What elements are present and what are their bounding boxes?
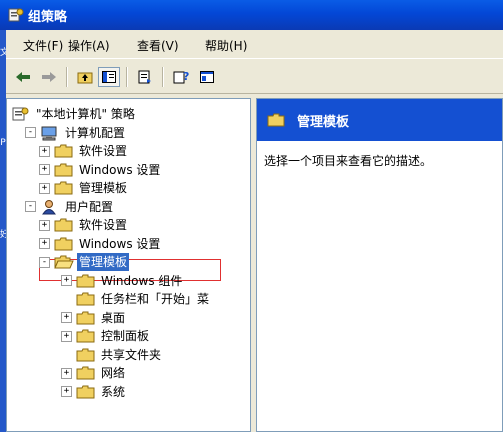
svg-text:?: ? bbox=[183, 70, 189, 83]
up-folder-icon bbox=[77, 72, 93, 84]
menu-bar: 文件(F) 操作(A) 查看(V) 帮助(H) bbox=[6, 30, 503, 58]
folder-icon bbox=[267, 113, 285, 127]
collapse-icon[interactable]: - bbox=[39, 256, 50, 268]
folder-icon bbox=[76, 311, 95, 324]
details-header: 管理模板 bbox=[257, 99, 502, 141]
tree-node-label[interactable]: 计算机配置 bbox=[63, 124, 127, 142]
toolbar-separator bbox=[66, 67, 68, 87]
tree-node[interactable]: + Windows 组件 bbox=[61, 272, 184, 290]
expand-icon[interactable]: + bbox=[39, 182, 50, 194]
details-description: 选择一个项目来查看它的描述。 bbox=[264, 154, 433, 168]
tree-node[interactable]: + 软件设置 bbox=[39, 142, 129, 160]
show-tree-icon bbox=[102, 71, 116, 83]
tree-node-label[interactable]: 系统 bbox=[99, 383, 127, 401]
tree-node-label[interactable]: Windows 设置 bbox=[77, 235, 162, 253]
expand-icon[interactable]: + bbox=[39, 238, 50, 249]
tree-pane[interactable]: "本地计算机" 策略 - 计算机配置 + 软件设置 + Windows 设置 + 管理模板 - 用户… bbox=[6, 98, 251, 432]
computer-icon bbox=[41, 126, 57, 140]
tree-node[interactable]: 共享文件夹 bbox=[61, 346, 163, 364]
expand-icon[interactable]: + bbox=[61, 386, 72, 397]
up-level-button[interactable] bbox=[74, 67, 96, 87]
menu-view[interactable]: 查看(V) bbox=[137, 37, 179, 54]
menu-action[interactable]: 操作(A) bbox=[68, 37, 110, 54]
folder-icon bbox=[76, 366, 95, 380]
toolbar-separator bbox=[162, 67, 164, 87]
folder-icon bbox=[54, 181, 73, 195]
open-folder-icon bbox=[54, 255, 74, 269]
help-button[interactable]: ? bbox=[170, 67, 192, 87]
window-title: 组策略 bbox=[28, 10, 68, 25]
tree-node[interactable]: + Windows 设置 bbox=[39, 161, 162, 179]
folder-icon bbox=[76, 329, 95, 343]
tree-node-label[interactable]: 用户配置 bbox=[63, 198, 115, 216]
folder-icon bbox=[76, 385, 95, 398]
console-content: "本地计算机" 策略 - 计算机配置 + 软件设置 + Windows 设置 + 管理模板 - 用户… bbox=[6, 98, 503, 432]
tree-node[interactable]: + 桌面 bbox=[61, 309, 127, 327]
tree-node-label[interactable]: 软件设置 bbox=[77, 216, 129, 234]
expand-icon[interactable]: + bbox=[61, 330, 72, 342]
forward-button[interactable] bbox=[38, 67, 60, 87]
tree-node-label[interactable]: 共享文件夹 bbox=[99, 346, 163, 364]
group-policy-app-icon bbox=[8, 8, 24, 22]
collapse-icon[interactable]: - bbox=[25, 201, 36, 212]
console-window-icon bbox=[200, 71, 214, 83]
tree-node[interactable]: "本地计算机" 策略 bbox=[11, 105, 137, 123]
tree-node[interactable]: + 系统 bbox=[61, 383, 127, 401]
tree-node[interactable]: + 网络 bbox=[61, 364, 127, 382]
tree-node[interactable]: + 管理模板 bbox=[39, 179, 129, 197]
folder-icon bbox=[54, 144, 73, 158]
folder-icon bbox=[76, 292, 95, 306]
expand-icon[interactable]: + bbox=[39, 164, 50, 175]
tree-node-label[interactable]: Windows 组件 bbox=[99, 272, 184, 290]
back-arrow-icon bbox=[16, 72, 30, 82]
user-icon bbox=[42, 199, 56, 214]
menu-file[interactable]: 文件(F) bbox=[23, 37, 63, 54]
tree-node-label[interactable]: 任务栏和「开始」菜 bbox=[99, 290, 211, 308]
folder-icon bbox=[76, 348, 95, 361]
expand-icon[interactable]: + bbox=[39, 145, 50, 157]
export-list-button[interactable] bbox=[134, 67, 156, 87]
tree-node[interactable]: - 计算机配置 bbox=[25, 124, 127, 142]
folder-icon bbox=[54, 163, 73, 176]
expand-icon[interactable]: + bbox=[61, 367, 72, 379]
tree-node-label[interactable]: 管理模板 bbox=[77, 253, 130, 271]
tree-node[interactable]: + 控制面板 bbox=[61, 327, 151, 345]
tree-node[interactable]: + 软件设置 bbox=[39, 216, 129, 234]
folder-icon bbox=[76, 274, 95, 287]
tree-node[interactable]: 任务栏和「开始」菜 bbox=[61, 290, 211, 308]
title-bar[interactable]: 组策略 bbox=[0, 0, 503, 30]
folder-icon bbox=[54, 218, 73, 232]
policy-icon bbox=[12, 107, 29, 121]
back-button[interactable] bbox=[12, 67, 34, 87]
tree-node-label[interactable]: "本地计算机" 策略 bbox=[34, 105, 137, 123]
expand-icon[interactable]: + bbox=[61, 275, 72, 286]
toolbar-separator bbox=[126, 67, 128, 87]
help-icon: ? bbox=[173, 70, 189, 84]
details-title: 管理模板 bbox=[297, 115, 350, 130]
tree-node-label[interactable]: Windows 设置 bbox=[77, 161, 162, 179]
tree-node[interactable]: - 管理模板 bbox=[39, 253, 130, 271]
tree-node-label[interactable]: 网络 bbox=[99, 364, 127, 382]
new-window-button[interactable] bbox=[196, 67, 218, 87]
toolbar: ? bbox=[6, 58, 503, 94]
folder-icon bbox=[54, 237, 73, 250]
export-list-icon bbox=[138, 70, 151, 84]
tree-node[interactable]: - 用户配置 bbox=[25, 198, 115, 216]
collapse-icon[interactable]: - bbox=[25, 127, 36, 138]
tree-node[interactable]: + Windows 设置 bbox=[39, 235, 162, 253]
tree-node-label[interactable]: 软件设置 bbox=[77, 142, 129, 160]
expand-icon[interactable]: + bbox=[39, 219, 50, 231]
show-hide-tree-button[interactable] bbox=[98, 67, 120, 87]
forward-arrow-icon bbox=[42, 72, 56, 82]
expand-icon[interactable]: + bbox=[61, 312, 72, 323]
tree-node-label[interactable]: 控制面板 bbox=[99, 327, 151, 345]
group-policy-window: 组策略 文 P 好 文件(F) 操作(A) 查看(V) 帮助(H) ? "本地计… bbox=[0, 0, 503, 432]
menu-help[interactable]: 帮助(H) bbox=[205, 37, 247, 54]
details-pane: 管理模板 选择一个项目来查看它的描述。 bbox=[256, 98, 503, 432]
tree-node-label[interactable]: 桌面 bbox=[99, 309, 127, 327]
tree-node-label[interactable]: 管理模板 bbox=[77, 179, 129, 197]
